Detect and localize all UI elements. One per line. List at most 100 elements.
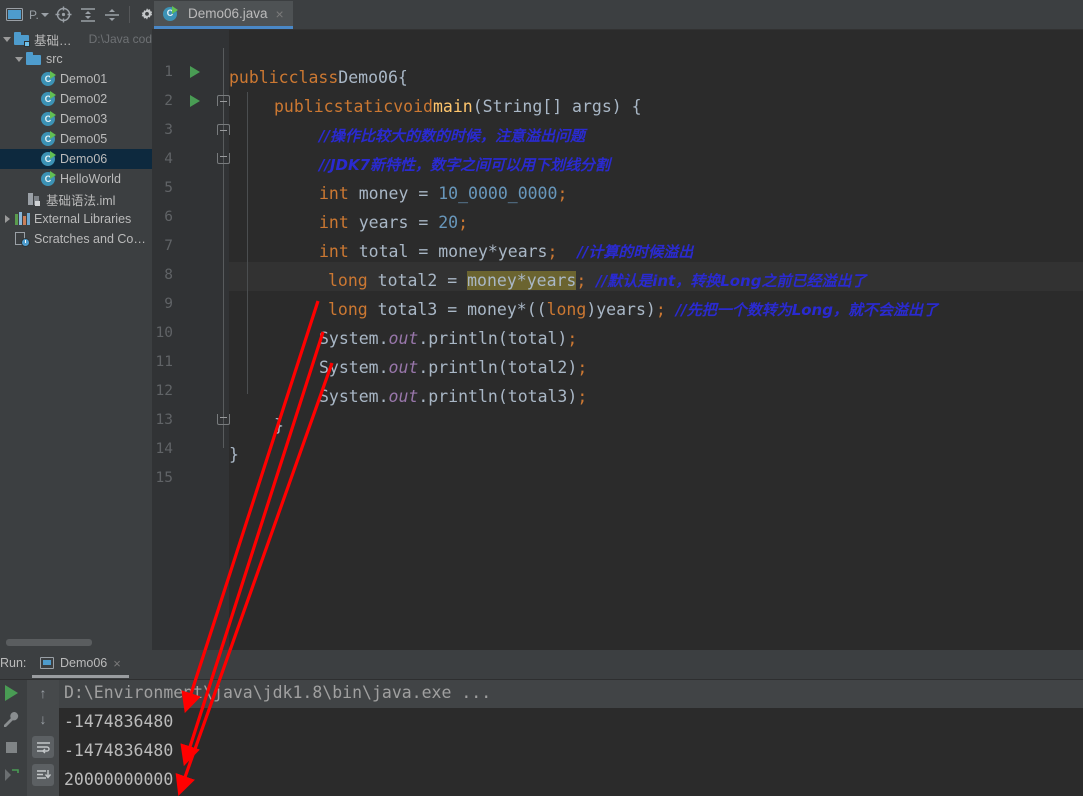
console-output[interactable]: D:\Environment\java\jdk1.8\bin\java.exe …	[59, 680, 1083, 796]
line-number: 5	[164, 180, 173, 196]
tree-item-label: Demo05	[60, 132, 108, 146]
project-tree-panel[interactable]: 基础语法 D:\Java cod src C Demo01 C Demo02 C Demo03 C…	[0, 29, 152, 650]
tree-item-demo06[interactable]: C Demo06	[0, 149, 152, 169]
line-number: 10	[155, 325, 173, 341]
tree-item-label: Scratches and Consoles	[34, 232, 152, 246]
tree-item-scratches-and-consoles[interactable]: Scratches and Consoles	[0, 229, 152, 249]
console-actions-column: ↑ ↓	[27, 680, 59, 796]
sidebar-horizontal-scrollbar[interactable]	[6, 639, 92, 646]
locate-file-icon[interactable]	[52, 3, 76, 27]
line-number: 12	[155, 383, 173, 399]
tree-item-demo05[interactable]: C Demo05	[0, 129, 152, 149]
tab-label: Demo06.java	[188, 6, 268, 21]
line-number: 11	[155, 354, 173, 370]
editor-gutter[interactable]: 1 2 3 4 5 6 7 8 9 10 11 12 13 14 15	[152, 30, 230, 650]
token-main: main	[432, 97, 473, 116]
run-icon[interactable]	[0, 682, 22, 704]
token-println-total3: .println(total3)	[418, 387, 578, 406]
tab-demo06-java[interactable]: C Demo06.java ×	[154, 1, 293, 29]
code-line-13: }	[229, 411, 284, 440]
wrench-icon[interactable]	[0, 708, 22, 730]
line-number: 8	[164, 267, 173, 283]
line-number: 7	[164, 238, 173, 254]
expand-all-icon[interactable]	[76, 3, 100, 27]
project-selector-label: P.	[29, 7, 39, 22]
code-line-4: //JDK7新特性，数字之间可以用下划线分割	[229, 150, 610, 179]
close-icon[interactable]: ×	[274, 7, 284, 21]
soft-wrap-icon[interactable]	[32, 736, 54, 758]
close-icon[interactable]: ×	[113, 656, 121, 671]
tree-item-label: Demo03	[60, 112, 108, 126]
token-system: System.	[319, 329, 389, 348]
chevron-down-icon[interactable]	[14, 54, 25, 65]
collapse-all-icon[interactable]	[100, 3, 124, 27]
project-selector[interactable]: P.	[26, 8, 52, 22]
line-number: 9	[164, 296, 173, 312]
gutter-run-icon[interactable]	[190, 95, 200, 107]
console-output-line-2: -1474836480	[64, 741, 174, 760]
token-semicolon: ;	[547, 242, 558, 261]
tree-item-demo02[interactable]: C Demo02	[0, 89, 152, 109]
fold-region-line	[223, 48, 224, 448]
token-class: class	[288, 68, 339, 87]
line-number: 13	[155, 412, 173, 428]
run-header: Run: Demo06 ×	[0, 650, 1083, 680]
token-out: out	[388, 329, 419, 348]
stop-icon[interactable]	[0, 736, 22, 758]
scroll-up-icon[interactable]: ↑	[32, 682, 54, 704]
rerun-icon[interactable]	[0, 764, 22, 786]
tree-item--iml[interactable]: 基础语法.iml	[0, 189, 152, 209]
token-out: out	[388, 387, 419, 406]
code-editor[interactable]: 1 2 3 4 5 6 7 8 9 10 11 12 13 14 15 public class Demo0…	[152, 30, 1083, 650]
scroll-to-end-icon[interactable]	[32, 764, 54, 786]
scroll-down-icon[interactable]: ↓	[32, 708, 54, 730]
chevron-down-icon[interactable]	[2, 34, 13, 45]
code-line-1: public class Demo06 {	[229, 63, 408, 92]
line-number: 1	[164, 64, 173, 80]
token-expr-a: total3 = money*((	[367, 300, 547, 319]
token-var-money: money =	[348, 184, 439, 203]
code-line-6: int years = 20;	[229, 208, 468, 237]
token-var-total2: total2 =	[367, 271, 468, 290]
token-println-total2: .println(total2)	[418, 358, 578, 377]
token-semicolon: ;	[576, 271, 587, 290]
tree-item-demo03[interactable]: C Demo03	[0, 109, 152, 129]
token-int: int	[319, 184, 349, 203]
comment-total-overflow: //计算的时候溢出	[577, 243, 694, 261]
chevron-right-icon[interactable]	[2, 214, 13, 225]
tree-item-helloworld[interactable]: C HelloWorld	[0, 169, 152, 189]
tree-item-demo01[interactable]: C Demo01	[0, 69, 152, 89]
tree-item-label: Demo02	[60, 92, 108, 106]
run-tool-window: Run: Demo06 × ↑ ↓ D:\Environment\java\jd…	[0, 650, 1083, 796]
code-line-12: System. out .println(total3);	[229, 382, 587, 411]
java-class-icon: C	[40, 131, 56, 147]
java-class-icon: C	[40, 91, 56, 107]
selected-expression[interactable]: money*years	[467, 271, 577, 290]
tree-item--[interactable]: 基础语法 D:\Java cod	[0, 29, 152, 49]
token-long-cast: long	[546, 300, 587, 319]
run-tab-demo06[interactable]: Demo06 ×	[32, 651, 129, 678]
token-semicolon: ;	[458, 213, 469, 232]
token-long: long	[328, 271, 368, 290]
tree-item-src[interactable]: src	[0, 49, 152, 69]
token-long: long	[328, 300, 368, 319]
java-class-icon: C	[40, 71, 56, 87]
tree-item-external-libraries[interactable]: External Libraries	[0, 209, 152, 229]
code-content[interactable]: public class Demo06 { public static void…	[229, 30, 1083, 650]
comment-cast-first: //先把一个数转为Long，就不会溢出了	[675, 301, 938, 319]
token-public: public	[229, 68, 289, 87]
tree-item-label: HelloWorld	[60, 172, 121, 186]
editor-tabstrip: C Demo06.java ×	[152, 0, 1083, 30]
token-brace: {	[397, 68, 408, 87]
token-int: int	[319, 242, 349, 261]
token-system: System.	[319, 387, 389, 406]
code-line-8: long total2 = money*years; //默认是int，转换Lo…	[229, 266, 866, 295]
gutter-run-icon[interactable]	[190, 66, 200, 78]
project-window-icon[interactable]	[2, 3, 26, 27]
tree-item-label: Demo06	[60, 152, 108, 166]
